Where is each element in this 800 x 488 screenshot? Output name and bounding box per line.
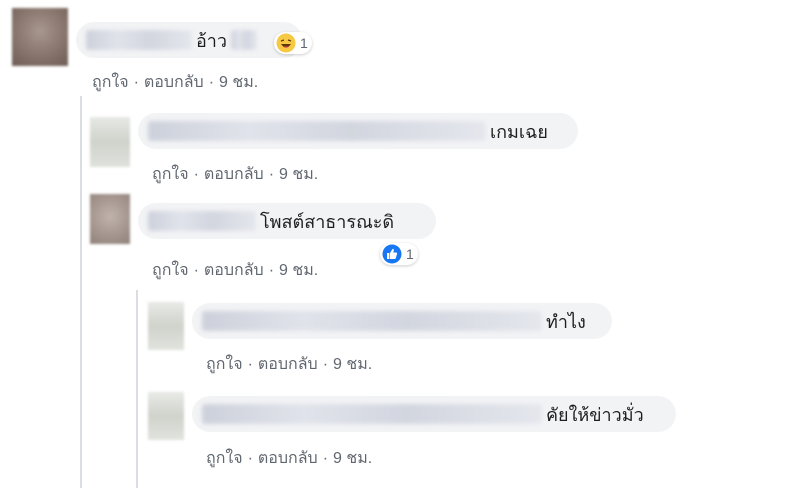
- reply-thread-line: [80, 96, 82, 488]
- reply-link[interactable]: ตอบกลับ: [204, 166, 264, 183]
- comment-actions: ถูกใจ · ตอบกลับ · 9 ชม.: [206, 450, 373, 467]
- nested-reply-thread-line: [136, 290, 138, 488]
- comment-text: อ้าว: [196, 30, 228, 51]
- timestamp[interactable]: 9 ชม.: [333, 356, 372, 373]
- timestamp[interactable]: 9 ชม.: [279, 262, 318, 279]
- comment-actions: ถูกใจ · ตอบกลับ · 9 ชม.: [206, 356, 373, 373]
- comment-actions: ถูกใจ · ตอบกลับ · 9 ชม.: [152, 166, 319, 183]
- timestamp[interactable]: 9 ชม.: [219, 74, 258, 91]
- reply-link[interactable]: ตอบกลับ: [258, 356, 318, 373]
- like-link[interactable]: ถูกใจ: [206, 356, 243, 373]
- comment-bubble: คัยให้ข่าวมั่ว: [192, 396, 676, 432]
- like-link[interactable]: ถูกใจ: [206, 450, 243, 467]
- avatar[interactable]: [148, 302, 184, 350]
- like-thumb-icon: [382, 244, 402, 264]
- comment-bubble: อ้าว: [76, 22, 302, 58]
- comment-text: คัยให้ข่าวมั่ว: [546, 404, 644, 425]
- comment-bubble: โพสต์สาธารณะดิ: [138, 203, 436, 239]
- blurred-text: [231, 30, 258, 50]
- comment-text: โพสต์สาธารณะดิ: [260, 211, 395, 232]
- comment-bubble: เกมเฉย: [138, 113, 578, 149]
- like-link[interactable]: ถูกใจ: [152, 262, 189, 279]
- avatar[interactable]: [12, 8, 68, 66]
- like-link[interactable]: ถูกใจ: [152, 166, 189, 183]
- timestamp[interactable]: 9 ชม.: [333, 450, 372, 467]
- reaction-count[interactable]: 1: [380, 243, 418, 265]
- avatar[interactable]: [90, 117, 130, 167]
- reply-link[interactable]: ตอบกลับ: [204, 262, 264, 279]
- comment-text: ทำไง: [546, 311, 586, 332]
- comment-text: เกมเฉย: [490, 121, 548, 142]
- comment-actions: ถูกใจ · ตอบกลับ · 9 ชม.: [92, 74, 259, 91]
- haha-emoji-icon: [276, 33, 296, 53]
- comment-bubble: ทำไง: [192, 303, 612, 339]
- comment-actions: ถูกใจ · ตอบกลับ · 9 ชม.: [152, 262, 319, 279]
- reply-link[interactable]: ตอบกลับ: [144, 74, 204, 91]
- reaction-count[interactable]: 1: [274, 32, 312, 54]
- avatar[interactable]: [90, 194, 130, 244]
- reaction-count-label: 1: [406, 246, 414, 262]
- commenter-name[interactable]: [148, 211, 256, 231]
- avatar[interactable]: [148, 392, 184, 440]
- timestamp[interactable]: 9 ชม.: [279, 166, 318, 183]
- reply-link[interactable]: ตอบกลับ: [258, 450, 318, 467]
- reaction-count-label: 1: [300, 35, 308, 51]
- like-link[interactable]: ถูกใจ: [92, 74, 129, 91]
- commenter-name[interactable]: [202, 404, 542, 424]
- commenter-name[interactable]: [148, 121, 486, 141]
- commenter-name[interactable]: [86, 30, 192, 50]
- commenter-name[interactable]: [202, 311, 542, 331]
